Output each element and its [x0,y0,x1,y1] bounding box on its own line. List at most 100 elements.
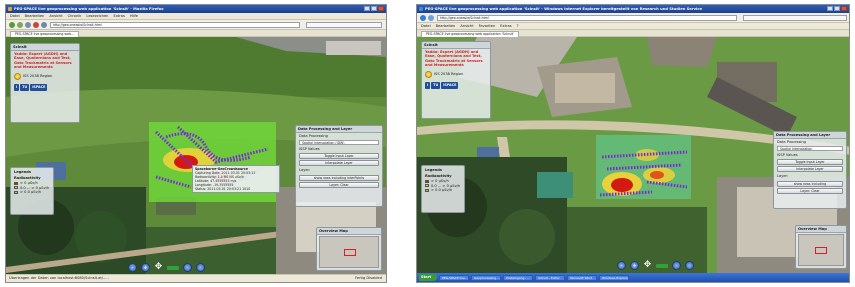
processing-method-select[interactable]: Spatial Interpolation (IDW) [299,140,379,146]
show-rows-button[interactable]: show rows including interPoints [299,174,379,181]
pan-icon[interactable]: ✥ [154,263,163,272]
menu-bar: Datei Bearbeiten Ansicht Chronik Lesezei… [6,13,386,20]
close-button[interactable] [378,6,384,11]
reload-icon[interactable] [25,22,31,28]
taskbar-item[interactable]: Posteingang - ... [503,274,533,281]
intro-panel: ScInsit Yadda: Expert (AGDH) and Ease, Q… [421,41,491,119]
ispace-logo: iSPACE [30,83,48,91]
legend-label: > 0.0 µSv/h [431,188,453,193]
back-icon[interactable] [420,15,426,21]
zoom-in-icon[interactable]: + [141,263,150,272]
show-rows-button[interactable]: show rows including [777,180,843,187]
processing-section-label: Data Processing [777,140,806,144]
menu-item-help[interactable]: ? [517,23,519,29]
region-link[interactable]: ISS 2038 Region [11,71,79,82]
screenshot-firefox: PEG-SPACE live geoprocessing web applica… [5,4,387,283]
map-view[interactable]: ScInsit Yadda: Expert (AGDH) and Ease, Q… [6,37,386,274]
ie-app-icon [419,7,423,11]
menu-item-extras[interactable]: Extras [500,23,511,29]
stop-icon[interactable] [33,22,39,28]
close-button[interactable] [841,6,847,11]
toggle-input-layer-button[interactable]: Toggle Input Layer [299,153,379,160]
overview-extent-box[interactable] [815,247,827,254]
back-icon[interactable] [9,22,15,28]
zoom-in-icon[interactable]: + [630,261,639,270]
taskbar-item[interactable]: Geoprocessing ... [471,274,501,281]
legend-swatch-mid [425,184,429,188]
zoom-out-icon[interactable]: - [128,263,137,272]
popup-line: Status: 2011-03-01 20:03:21 1010 [195,187,251,191]
menu-item-lesezeichen[interactable]: Lesezeichen [86,13,108,19]
region-link[interactable]: ISS 2038 Region [422,69,490,80]
zoom-slider[interactable] [167,265,179,270]
address-bar[interactable]: http://geo.oneasia/ScInsit.html [437,15,737,21]
institute-logo: i [14,83,20,91]
start-button[interactable]: Start [419,274,437,281]
layers-icon[interactable] [685,261,694,270]
minimize-button[interactable] [364,6,370,11]
taskbar-item[interactable]: ScInsit - Editor [535,274,565,281]
legend-panel: Legends Radioactivity > 0 µSv/h 0.0 ... … [10,167,54,215]
processing-method-select[interactable]: Spatial Interpolation [777,146,843,152]
taskbar-item[interactable]: Windows Explorer [599,274,629,281]
address-toolbar: http://geo.oneasia/ScInsit.html [417,13,849,23]
legend-label: > 0.0 µSv/h [20,190,42,195]
map-view[interactable]: ScInsit Yadda: Expert (AGDH) and Ease, Q… [417,37,849,273]
menu-item-chronik[interactable]: Chronik [68,13,82,19]
navigation-toolbar: http://geo.oneasia/ScInsit.html [6,20,386,30]
menu-item-datei[interactable]: Datei [421,23,431,29]
processing-section-label: Data Processing [299,134,328,138]
menu-item-bearbeiten[interactable]: Bearbeiten [25,13,45,19]
zoom-out-icon[interactable]: - [617,261,626,270]
search-input[interactable] [306,22,382,28]
layer-clear-button[interactable]: Layer: Clear [299,181,379,188]
home-icon[interactable] [41,22,47,28]
forward-icon[interactable] [17,22,23,28]
window-title: PEG-SPACE live geoprocessing web applica… [14,7,164,11]
region-label: ISS 2038 Region [434,72,464,77]
menu-item-bearbeiten[interactable]: Bearbeiten [436,23,456,29]
taskbar-item[interactable]: PEG-SPACE live... [439,274,469,281]
menu-item-hilfe[interactable]: Hilfe [130,13,138,19]
status-text: Übertragen der Daten von localhost:8080/… [9,276,109,280]
menu-bar: Datei Bearbeiten Ansicht Favoriten Extra… [417,23,849,30]
intro-panel-header: ScInsit [422,42,490,49]
toggle-input-layer-button[interactable]: Toggle Input Layer [777,159,843,166]
overview-extent-box[interactable] [344,249,356,256]
overview-map-panel: Overview Map [795,225,847,269]
menu-item-ansicht[interactable]: Ansicht [49,13,62,19]
maximize-button[interactable] [371,6,377,11]
interpolate-layer-button[interactable]: Interpolate Layer [777,166,843,173]
maximize-button[interactable] [834,6,840,11]
globe-icon[interactable] [183,263,192,272]
menu-item-extras[interactable]: Extras [113,13,124,19]
tab-bar: PEG-SPACE live geoprocessing web applica… [417,30,849,37]
menu-item-datei[interactable]: Datei [10,13,20,19]
map-navigation: - + ✥ [617,261,694,270]
legend-title: Legends [425,168,443,172]
pan-icon[interactable]: ✥ [643,261,652,270]
layer-clear-button[interactable]: Layer: Clear [777,187,843,194]
zoom-slider[interactable] [656,263,668,268]
address-bar[interactable]: http://geo.oneasia/ScInsit.html [50,22,300,28]
windows-taskbar: Start PEG-SPACE live... Geoprocessing ..… [417,273,849,282]
region-marker-icon [425,70,432,78]
menu-item-ansicht[interactable]: Ansicht [460,23,473,29]
menu-item-favoriten[interactable]: Favoriten [479,23,496,29]
forward-icon[interactable] [428,15,434,21]
taskbar-item[interactable]: Microsoft Word [567,274,597,281]
layer-label: Layer: [777,174,789,179]
screenshot-internet-explorer: PEG-SPACE live geoprocessing web applica… [416,4,850,283]
search-input[interactable] [743,15,847,21]
window-controls [364,6,384,11]
globe-icon[interactable] [672,261,681,270]
minimize-button[interactable] [827,6,833,11]
intro-warning-text: Yadda: Expert (AGDH) and Ease, Quaternio… [14,52,72,70]
field-label: ISSP Values [777,153,798,158]
tab-bar: PEG-SPACE live geoprocessing web... [6,30,386,37]
interpolate-layer-button[interactable]: Interpolate Layer [299,160,379,167]
overview-map[interactable] [319,236,379,268]
layers-icon[interactable] [196,263,205,272]
overview-map[interactable] [798,234,844,266]
region-marker-icon [14,72,21,80]
